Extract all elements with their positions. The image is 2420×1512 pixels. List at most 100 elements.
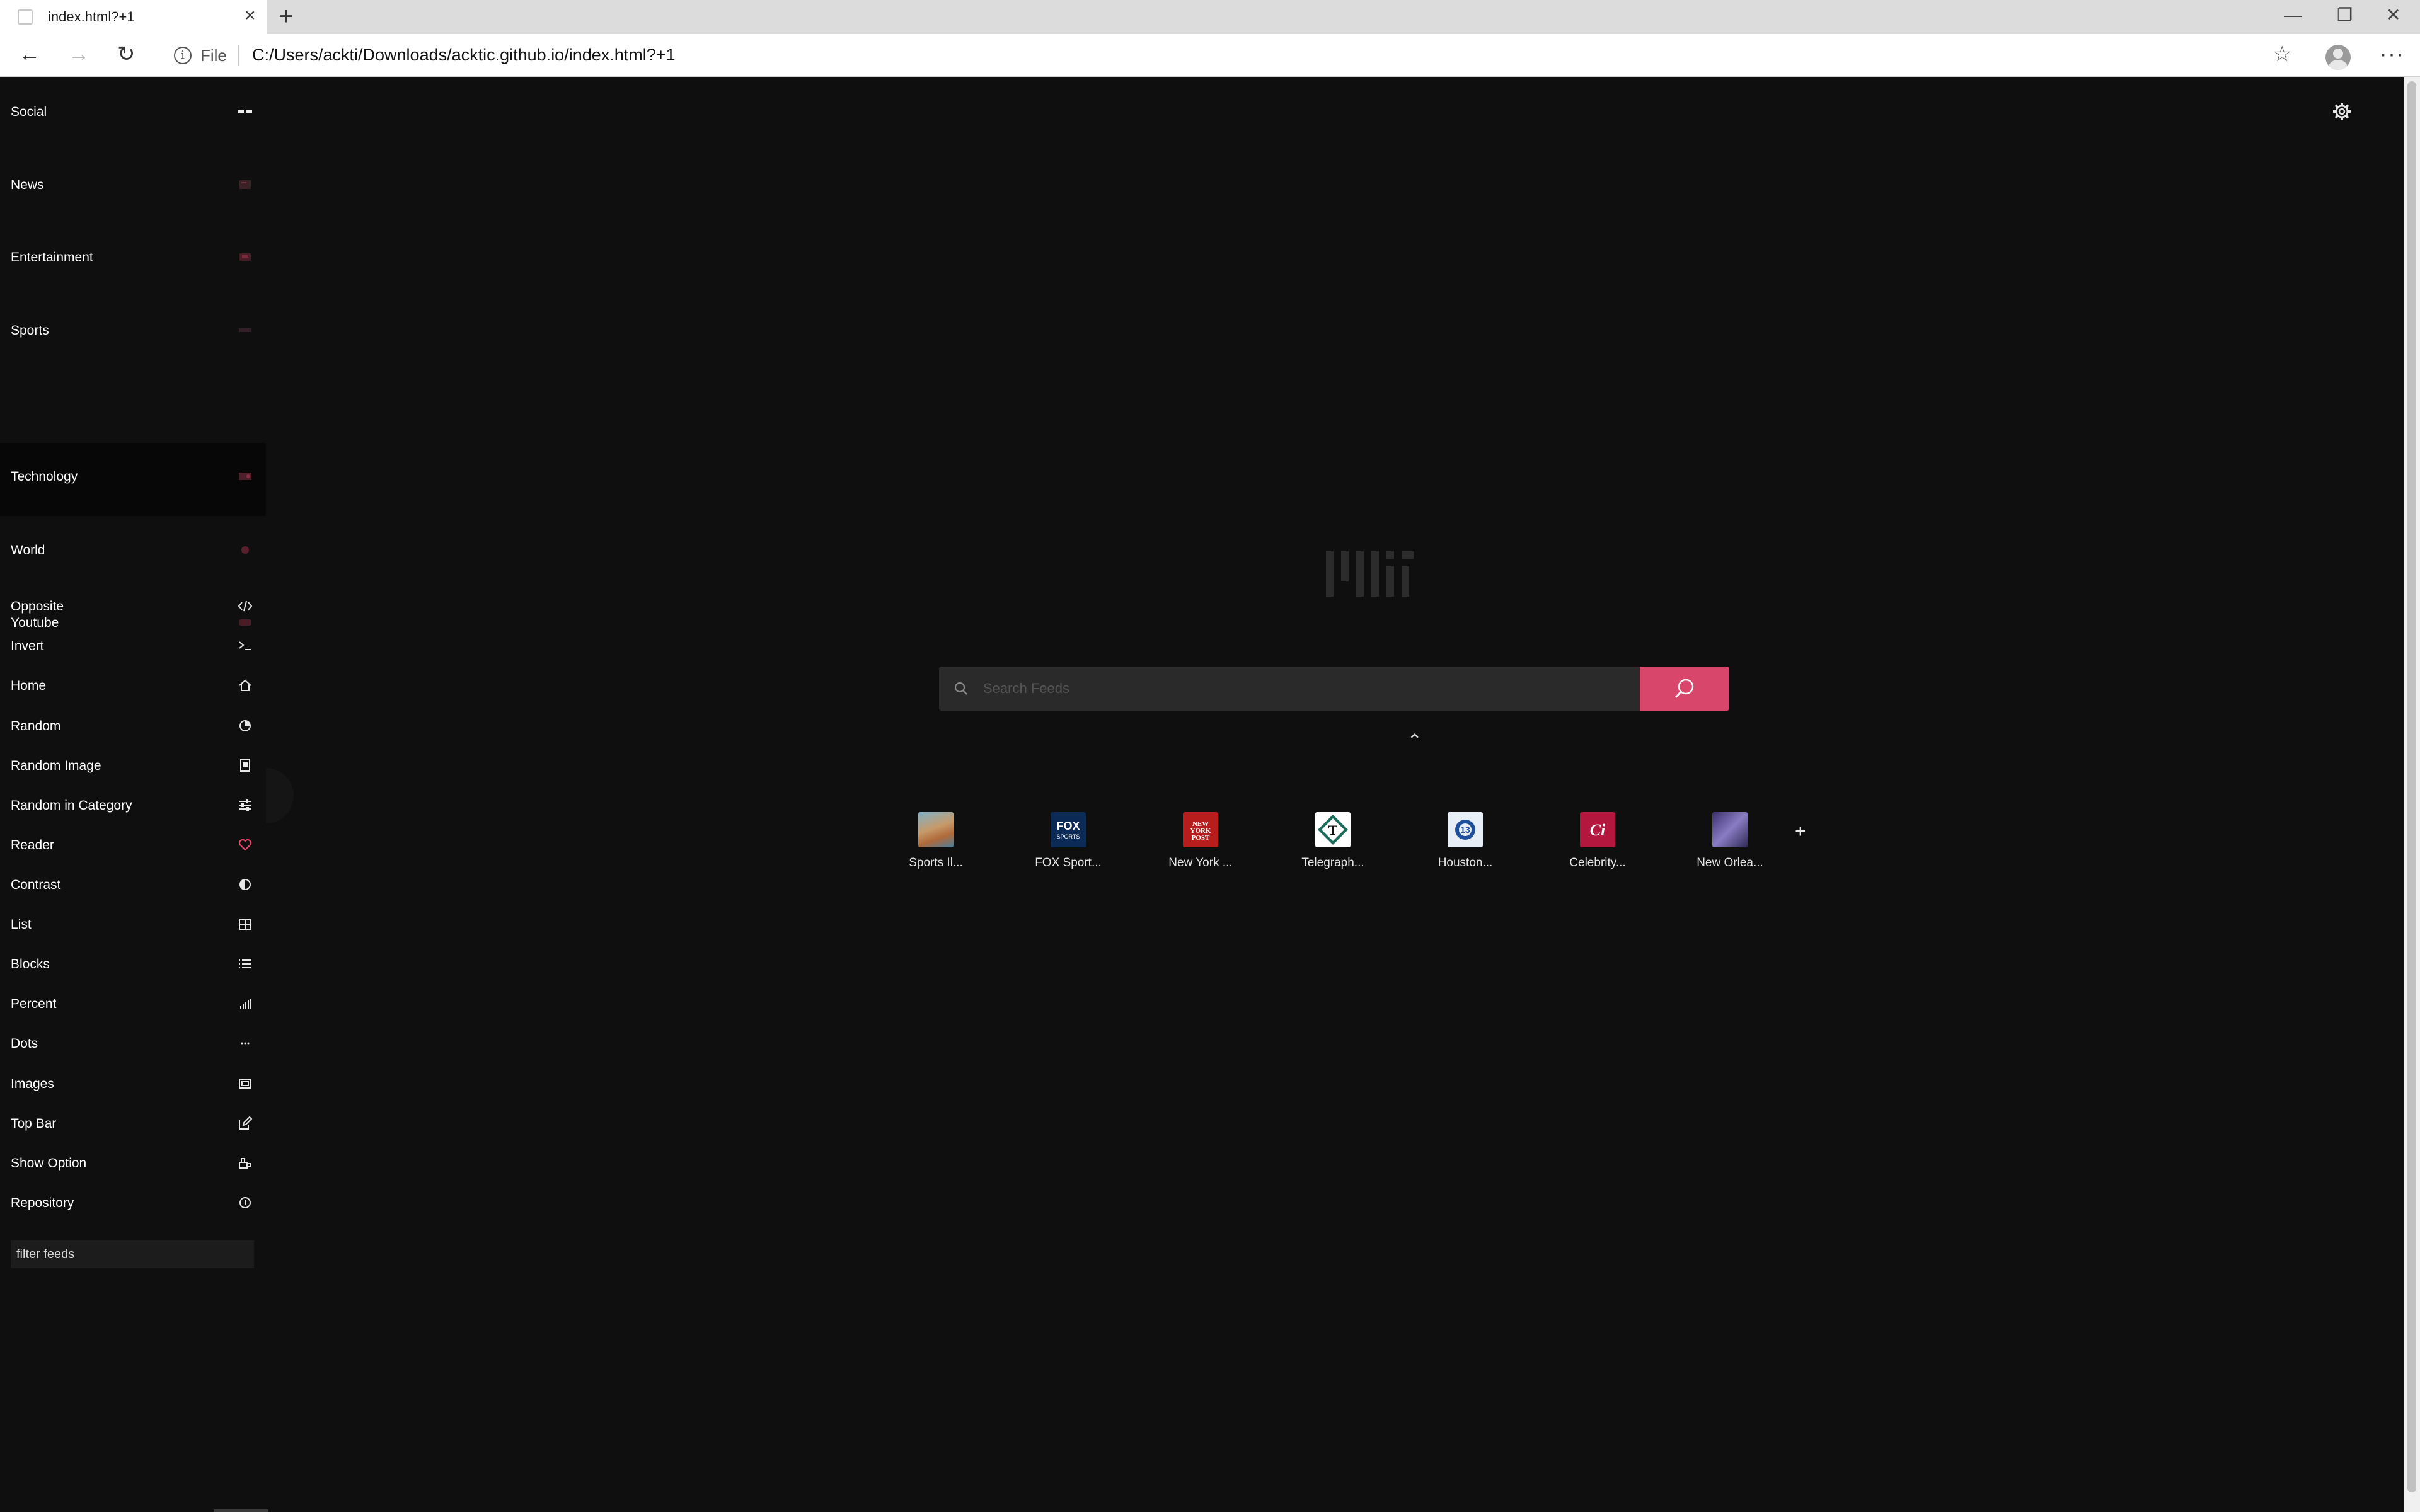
option-top-bar[interactable]: Top Bar bbox=[0, 1104, 266, 1143]
option-label: List bbox=[11, 917, 32, 932]
option-list[interactable]: List bbox=[0, 905, 266, 944]
feed-label: Telegraph... bbox=[1301, 856, 1364, 869]
search-bar bbox=[939, 667, 1640, 711]
option-label: Reader bbox=[11, 838, 54, 852]
more-menu-icon[interactable]: ··· bbox=[2380, 42, 2405, 67]
feed-tile[interactable]: 13 Houston... bbox=[1412, 812, 1519, 881]
option-label: Opposite bbox=[11, 599, 64, 614]
grid-icon bbox=[237, 916, 253, 932]
sidebar-item-sports[interactable]: Sports bbox=[0, 297, 266, 370]
contrast-icon bbox=[237, 876, 253, 893]
site-info-icon[interactable]: i bbox=[174, 47, 192, 64]
feed-label: Celebrity... bbox=[1569, 856, 1626, 869]
feed-thumbnail bbox=[918, 812, 954, 847]
tab-title: index.html?+1 bbox=[48, 9, 135, 25]
sidebar-item-world[interactable]: World bbox=[0, 517, 266, 590]
feed-label: New Orlea... bbox=[1697, 856, 1763, 869]
home-icon bbox=[237, 677, 253, 694]
minimize-window-button[interactable]: — bbox=[2284, 4, 2302, 26]
option-images[interactable]: Images bbox=[0, 1064, 266, 1104]
world-icon bbox=[241, 546, 249, 554]
option-label: Invert bbox=[11, 639, 44, 653]
browser-tab[interactable]: index.html?+1 × bbox=[0, 0, 267, 34]
svg-text:SPORTS: SPORTS bbox=[1057, 833, 1080, 840]
new-tab-button[interactable]: + bbox=[279, 3, 293, 30]
option-label: Random Image bbox=[11, 759, 101, 773]
sidebar-item-entertainment[interactable]: Entertainment bbox=[0, 224, 266, 297]
option-label: Dots bbox=[11, 1036, 38, 1051]
feed-tile[interactable]: T Telegraph... bbox=[1279, 812, 1386, 881]
page-favicon-icon bbox=[18, 9, 33, 25]
search-icon bbox=[954, 682, 967, 695]
feed-thumbnail bbox=[1712, 812, 1748, 847]
sidebar-toggle-handle[interactable] bbox=[266, 768, 294, 823]
site-logo bbox=[1326, 551, 1414, 597]
option-label: Random bbox=[11, 719, 61, 733]
add-feed-button[interactable]: + bbox=[1795, 822, 1806, 841]
sidebar-item-label: Social bbox=[11, 105, 47, 119]
sports-icon bbox=[239, 328, 251, 332]
search-feeds-input[interactable] bbox=[983, 667, 1632, 711]
option-home[interactable]: Home bbox=[0, 666, 266, 706]
option-dots[interactable]: Dots bbox=[0, 1024, 266, 1063]
sidebar-item-label: News bbox=[11, 178, 44, 192]
feed-tile[interactable]: NEW YORK POST New York ... bbox=[1147, 812, 1254, 881]
option-percent[interactable]: Percent bbox=[0, 984, 266, 1024]
settings-gear-icon[interactable] bbox=[2331, 100, 2353, 123]
feed-label: New York ... bbox=[1168, 856, 1233, 869]
option-blocks[interactable]: Blocks bbox=[0, 944, 266, 984]
scrollbar-thumb[interactable] bbox=[2407, 81, 2416, 1492]
option-repository[interactable]: Repository bbox=[0, 1183, 266, 1223]
option-label: Repository bbox=[11, 1196, 74, 1210]
restore-window-button[interactable]: ❐ bbox=[2337, 4, 2353, 26]
heart-icon bbox=[237, 837, 253, 853]
option-opposite[interactable]: Opposite bbox=[0, 587, 266, 626]
svg-text:POST: POST bbox=[1192, 834, 1210, 842]
info-icon bbox=[237, 1194, 253, 1211]
favorite-star-icon[interactable]: ☆ bbox=[2273, 42, 2291, 67]
sidebar-item-social[interactable]: Social bbox=[0, 78, 266, 151]
close-tab-icon[interactable]: × bbox=[245, 6, 256, 25]
filter-feeds-input[interactable] bbox=[11, 1240, 254, 1268]
svg-text:13: 13 bbox=[1460, 825, 1470, 835]
edit-icon bbox=[237, 1115, 253, 1131]
address-divider bbox=[238, 45, 239, 66]
terminal-icon bbox=[237, 638, 253, 654]
option-invert[interactable]: Invert bbox=[0, 626, 266, 666]
svg-text:Ci: Ci bbox=[1590, 821, 1606, 839]
option-show-option[interactable]: Show Option bbox=[0, 1143, 266, 1183]
feed-thumbnail: T bbox=[1315, 812, 1351, 847]
feed-label: Sports Il... bbox=[909, 856, 963, 869]
feed-tile[interactable]: New Orlea... bbox=[1676, 812, 1783, 881]
feed-tile[interactable]: FOX SPORTS FOX Sport... bbox=[1015, 812, 1122, 881]
browser-tab-bar: index.html?+1 × + — ❐ ✕ bbox=[0, 0, 2420, 34]
close-window-button[interactable]: ✕ bbox=[2386, 4, 2400, 26]
address-bar[interactable]: C:/Users/ackti/Downloads/acktic.github.i… bbox=[252, 45, 676, 65]
reload-button[interactable]: ↻ bbox=[117, 42, 135, 67]
option-random-image[interactable]: Random Image bbox=[0, 746, 266, 786]
option-random-in-category[interactable]: Random in Category bbox=[0, 786, 266, 825]
sidebar-item-news[interactable]: News bbox=[0, 151, 266, 224]
feed-label: Houston... bbox=[1438, 856, 1493, 869]
option-reader[interactable]: Reader bbox=[0, 825, 266, 865]
option-label: Images bbox=[11, 1077, 54, 1091]
option-random[interactable]: Random bbox=[0, 706, 266, 746]
search-button-icon bbox=[1674, 679, 1694, 698]
profile-avatar-icon[interactable] bbox=[2325, 45, 2351, 70]
feed-tile[interactable]: Sports Il... bbox=[882, 812, 989, 881]
back-button[interactable]: ← bbox=[19, 42, 40, 67]
sidebar-item-technology[interactable]: Technology bbox=[0, 443, 266, 516]
option-contrast[interactable]: Contrast bbox=[0, 865, 266, 905]
feed-thumbnail: NEW YORK POST bbox=[1183, 812, 1218, 847]
search-button[interactable] bbox=[1640, 667, 1729, 711]
pie-icon bbox=[237, 718, 253, 734]
page-viewport: Social News Entertainment Sports Technol… bbox=[0, 77, 2404, 1512]
option-label: Random in Category bbox=[11, 798, 132, 813]
sliders-icon bbox=[237, 797, 253, 813]
page-scrollbar[interactable] bbox=[2404, 77, 2420, 1512]
forward-button[interactable]: → bbox=[68, 42, 89, 67]
option-label: Blocks bbox=[11, 957, 50, 971]
bottom-divider bbox=[214, 1509, 268, 1512]
collapse-caret-icon[interactable]: ⌃ bbox=[1407, 731, 1422, 750]
feed-tile[interactable]: Ci Celebrity... bbox=[1544, 812, 1651, 881]
